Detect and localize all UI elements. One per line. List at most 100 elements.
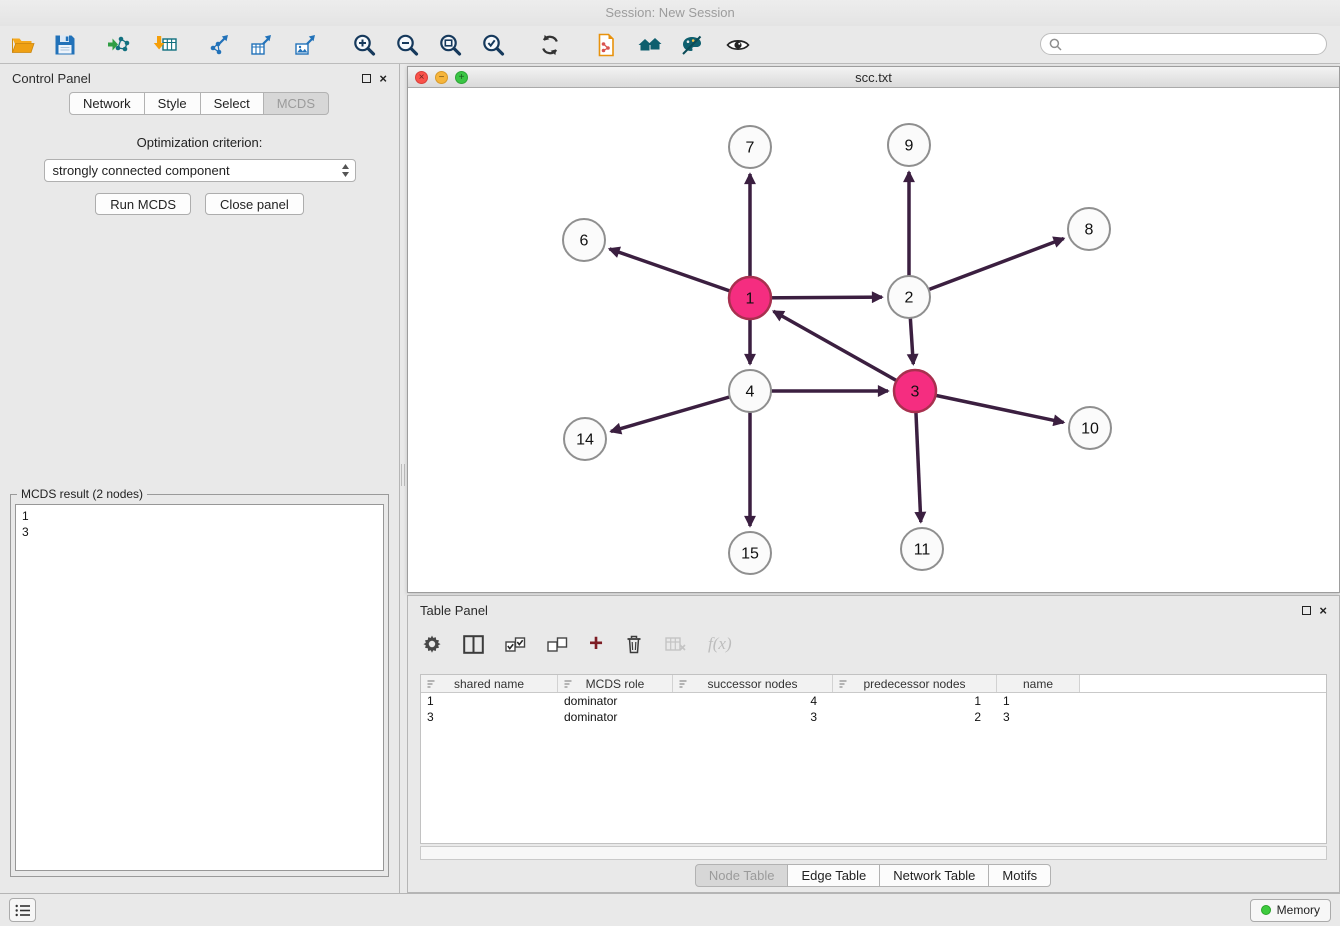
save-session-icon[interactable] — [50, 30, 80, 60]
add-column-plus-icon[interactable]: + — [589, 634, 603, 654]
close-table-panel-icon[interactable]: × — [1319, 604, 1327, 617]
table-panel-title: Table Panel — [420, 603, 488, 618]
node-label-2: 2 — [905, 290, 914, 307]
tab-node-table[interactable]: Node Table — [695, 864, 789, 887]
cell-successor-nodes[interactable]: 3 — [673, 710, 833, 724]
list-icon — [15, 904, 31, 917]
node-label-8: 8 — [1085, 222, 1094, 239]
zoom-fit-icon[interactable] — [435, 30, 465, 60]
control-panel-title: Control Panel — [12, 71, 91, 86]
memory-label: Memory — [1277, 903, 1320, 917]
network-canvas[interactable]: 7968124314101511 — [408, 89, 1339, 592]
splitter-grip[interactable] — [401, 464, 405, 486]
edge-3-1[interactable] — [774, 311, 915, 391]
table-row[interactable]: 3 dominator 3 2 3 — [421, 709, 1326, 725]
mcds-tab-content: Optimization criterion: strongly connect… — [0, 115, 399, 215]
tab-network-table[interactable]: Network Table — [879, 864, 989, 887]
network-window-titlebar[interactable]: × − + scc.txt — [408, 67, 1339, 88]
mcds-result-group: MCDS result (2 nodes) 1 3 — [10, 494, 389, 877]
cell-mcds-role[interactable]: dominator — [558, 710, 673, 724]
node-label-7: 7 — [746, 140, 755, 157]
column-header-predecessor-nodes[interactable]: predecessor nodes — [833, 675, 997, 692]
column-header-mcds-role[interactable]: MCDS role — [558, 675, 673, 692]
table-header-row: shared name MCDS role successor nodes pr… — [421, 675, 1326, 693]
select-all-checkboxes-icon[interactable] — [505, 636, 526, 653]
export-network-icon[interactable] — [204, 30, 234, 60]
tab-style[interactable]: Style — [144, 92, 201, 115]
search-input[interactable] — [1067, 36, 1318, 52]
tab-mcds[interactable]: MCDS — [263, 92, 329, 115]
table-horizontal-scrollbar[interactable] — [420, 846, 1327, 860]
cell-shared-name[interactable]: 3 — [421, 710, 558, 724]
run-mcds-button[interactable]: Run MCDS — [95, 193, 191, 215]
node-label-14: 14 — [576, 432, 594, 449]
close-panel-icon[interactable]: × — [379, 72, 387, 85]
show-hide-eye-icon[interactable] — [723, 30, 753, 60]
selected-option: strongly connected component — [53, 163, 341, 178]
cell-name[interactable]: 1 — [997, 694, 1080, 708]
node-label-1: 1 — [746, 291, 755, 308]
tab-edge-table[interactable]: Edge Table — [787, 864, 880, 887]
task-history-button[interactable] — [9, 898, 36, 922]
memory-button[interactable]: Memory — [1250, 899, 1331, 922]
select-stepper-icon — [341, 163, 350, 178]
column-header-name[interactable]: name — [997, 675, 1080, 692]
table-toolbar: + f(x) — [408, 624, 1339, 664]
edge-3-10[interactable] — [915, 391, 1064, 422]
edge-1-6[interactable] — [609, 249, 750, 298]
float-table-panel-icon[interactable] — [1302, 606, 1311, 615]
zoom-selected-icon[interactable] — [478, 30, 508, 60]
cell-name[interactable]: 3 — [997, 710, 1080, 724]
cell-successor-nodes[interactable]: 4 — [673, 694, 833, 708]
float-panel-icon[interactable] — [362, 74, 371, 83]
table-panel-header: Table Panel × — [408, 596, 1339, 624]
node-label-11: 11 — [914, 542, 931, 559]
panel-splitter[interactable] — [400, 64, 407, 893]
maximize-window-icon[interactable]: + — [455, 71, 468, 84]
node-table: shared name MCDS role successor nodes pr… — [420, 674, 1327, 844]
delete-trash-icon[interactable] — [624, 634, 644, 655]
network-view-window: × − + scc.txt 7968124314101511 — [407, 66, 1340, 593]
export-table-icon[interactable] — [247, 30, 277, 60]
import-network-icon[interactable] — [104, 30, 134, 60]
window-title: Session: New Session — [605, 5, 734, 20]
control-panel: Control Panel × Network Style Select MCD… — [0, 64, 400, 893]
table-row[interactable]: 1 dominator 4 1 1 — [421, 693, 1326, 709]
column-layout-icon[interactable] — [463, 635, 484, 654]
deselect-all-checkboxes-icon[interactable] — [547, 636, 568, 653]
close-window-icon[interactable]: × — [415, 71, 428, 84]
column-type-icon — [838, 679, 848, 689]
tab-motifs[interactable]: Motifs — [988, 864, 1051, 887]
node-label-4: 4 — [746, 384, 755, 401]
mcds-result-list[interactable]: 1 3 — [15, 504, 384, 871]
edge-2-8[interactable] — [909, 239, 1064, 297]
export-image-icon[interactable] — [291, 30, 321, 60]
node-label-10: 10 — [1081, 421, 1099, 438]
optimization-criterion-select[interactable]: strongly connected component — [44, 159, 356, 182]
zoom-in-icon[interactable] — [349, 30, 379, 60]
window-titlebar[interactable]: Session: New Session — [0, 0, 1340, 26]
column-header-successor-nodes[interactable]: successor nodes — [673, 675, 833, 692]
close-panel-button[interactable]: Close panel — [205, 193, 304, 215]
search-icon — [1049, 38, 1062, 51]
search-field[interactable] — [1040, 33, 1327, 55]
open-session-icon[interactable] — [8, 30, 38, 60]
cell-mcds-role[interactable]: dominator — [558, 694, 673, 708]
minimize-window-icon[interactable]: − — [435, 71, 448, 84]
import-table-icon[interactable] — [151, 30, 181, 60]
cell-predecessor-nodes[interactable]: 1 — [833, 694, 997, 708]
cell-shared-name[interactable]: 1 — [421, 694, 558, 708]
document-network-icon[interactable] — [591, 30, 621, 60]
zoom-out-icon[interactable] — [392, 30, 422, 60]
tab-select[interactable]: Select — [200, 92, 264, 115]
delete-column-disabled-icon — [665, 636, 687, 653]
style-palette-icon[interactable] — [677, 30, 707, 60]
tab-network[interactable]: Network — [69, 92, 145, 115]
home-views-icon[interactable] — [635, 30, 665, 60]
cell-predecessor-nodes[interactable]: 2 — [833, 710, 997, 724]
network-graph[interactable]: 7968124314101511 — [408, 89, 1339, 592]
column-header-shared-name[interactable]: shared name — [421, 675, 558, 692]
control-panel-tabs: Network Style Select MCDS — [0, 92, 399, 115]
refresh-icon[interactable] — [535, 30, 565, 60]
settings-gear-icon[interactable] — [422, 634, 442, 654]
